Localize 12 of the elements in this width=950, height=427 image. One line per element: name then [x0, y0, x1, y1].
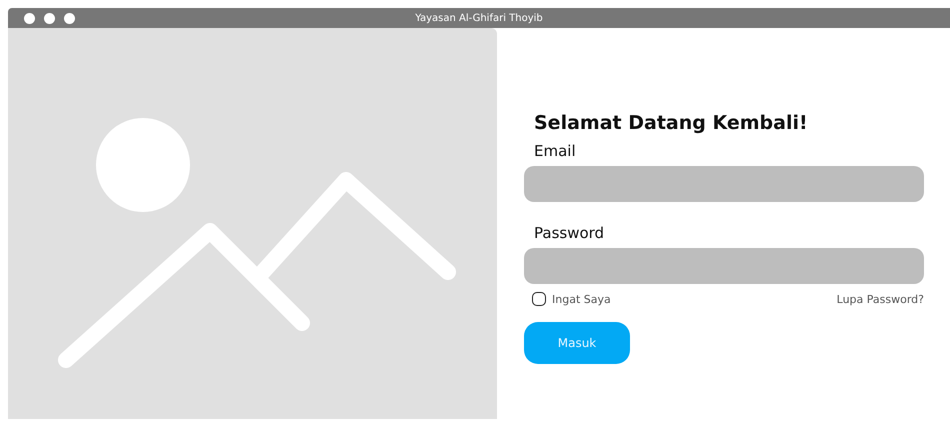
input-field[interactable] [524, 166, 924, 202]
window-control-icon[interactable] [44, 12, 55, 24]
forgot-password-link[interactable]: Lupa Password? [836, 292, 924, 306]
remember-checkbox[interactable] [532, 292, 546, 306]
window-title: Yayasan Al-Ghifari Thoyib [415, 12, 543, 24]
field-label: Password [534, 224, 606, 242]
field-label: Email [534, 142, 577, 160]
window-control-icon[interactable] [64, 12, 75, 24]
window-control-icon[interactable] [24, 12, 35, 24]
input-field[interactable] [524, 248, 924, 284]
remember-label: Ingat Saya [552, 292, 611, 306]
welcome-heading: Selamat Datang Kembali! [534, 112, 809, 134]
